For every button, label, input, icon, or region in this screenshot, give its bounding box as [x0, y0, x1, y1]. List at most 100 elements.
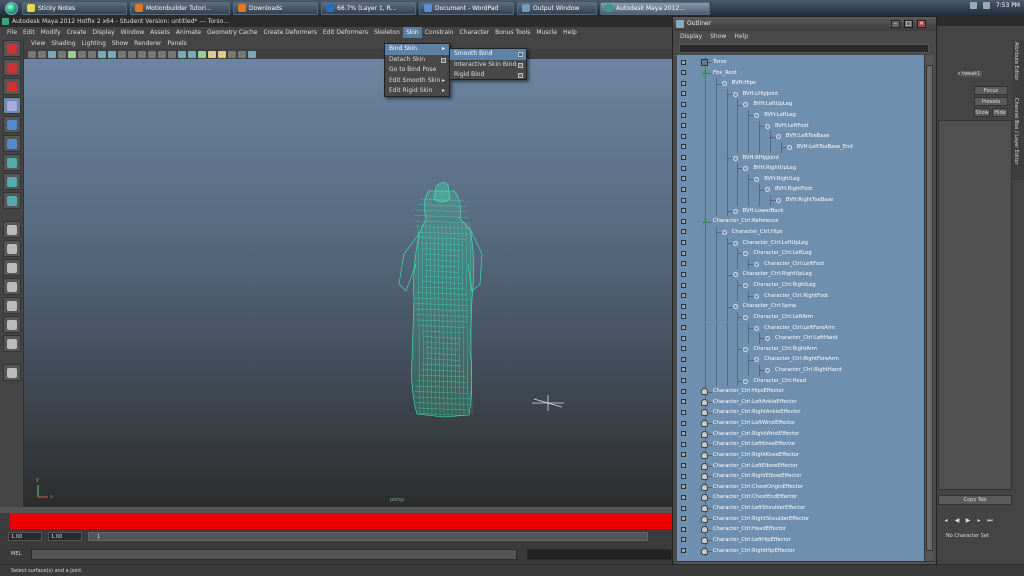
- expand-toggle-icon[interactable]: [681, 59, 686, 65]
- menu-create[interactable]: Create: [64, 27, 90, 38]
- outliner-menu-help[interactable]: Help: [734, 31, 748, 42]
- outliner-row[interactable]: BVH:RightToeBase: [677, 195, 924, 206]
- expand-toggle-icon[interactable]: [681, 431, 686, 437]
- outliner-vertical-scrollbar[interactable]: [924, 55, 934, 561]
- expand-toggle-icon[interactable]: [681, 91, 686, 97]
- expand-toggle-icon[interactable]: [681, 516, 686, 522]
- attribute-editor-tab[interactable]: Attribute Editor: [1013, 42, 1019, 80]
- layout-icon[interactable]: [3, 259, 21, 276]
- show-manip-icon[interactable]: [3, 192, 21, 209]
- expand-toggle-icon[interactable]: [681, 229, 686, 235]
- maximize-icon[interactable]: □: [904, 20, 913, 28]
- skin-menu-item[interactable]: Detach Skin: [385, 55, 449, 66]
- expand-toggle-icon[interactable]: [681, 208, 686, 214]
- menu-edit-deformers[interactable]: Edit Deformers: [320, 27, 371, 38]
- expand-toggle-icon[interactable]: [681, 526, 686, 532]
- panel-tool-icon[interactable]: [158, 50, 166, 58]
- lasso-tool-icon[interactable]: [3, 59, 21, 76]
- menu-display[interactable]: Display: [90, 27, 118, 38]
- step-back-icon[interactable]: ◂: [942, 517, 950, 525]
- expand-toggle-icon[interactable]: [681, 548, 686, 554]
- panel-tool-icon[interactable]: [68, 50, 76, 58]
- presets-button[interactable]: Presets: [974, 97, 1008, 106]
- expand-toggle-icon[interactable]: [681, 420, 686, 426]
- menu-help[interactable]: Help: [560, 27, 580, 38]
- four-pane-icon[interactable]: [3, 240, 21, 257]
- outliner-row[interactable]: BVH:LowerBack: [677, 205, 924, 217]
- outliner-menu-show[interactable]: Show: [710, 31, 726, 42]
- outliner-row[interactable]: BVH:RightFoot: [677, 184, 924, 196]
- clock[interactable]: 7:53 PM: [996, 2, 1020, 9]
- outliner-row[interactable]: Character_Ctrl:LeftWristEffector: [677, 418, 924, 429]
- outliner-row[interactable]: Character_Ctrl:LeftUpLeg: [677, 237, 924, 249]
- panel-tool-icon[interactable]: [78, 50, 86, 58]
- single-pane-icon[interactable]: [3, 221, 21, 238]
- outliner-row[interactable]: Character_Ctrl:Reference: [677, 216, 924, 227]
- outliner-row[interactable]: Character_Ctrl:RightHand: [677, 364, 924, 376]
- tweak-tab[interactable]: tweak1: [960, 71, 983, 77]
- outliner-layout-icon[interactable]: [3, 364, 21, 381]
- outliner-row[interactable]: Character_Ctrl:LeftArm: [677, 311, 924, 323]
- expand-toggle-icon[interactable]: [681, 452, 686, 458]
- menu-edit[interactable]: Edit: [20, 27, 38, 38]
- expand-toggle-icon[interactable]: [681, 186, 686, 192]
- menu-file[interactable]: File: [4, 27, 20, 38]
- layout-icon[interactable]: [3, 278, 21, 295]
- menu-bonus-tools[interactable]: Bonus Tools: [492, 27, 533, 38]
- outliner-filter-field[interactable]: [679, 44, 929, 53]
- expand-toggle-icon[interactable]: [681, 218, 686, 224]
- panel-tool-icon[interactable]: [168, 50, 176, 58]
- panel-tool-icon[interactable]: [178, 50, 186, 58]
- close-icon[interactable]: ×: [917, 20, 926, 28]
- time-slider[interactable]: [10, 513, 672, 529]
- outliner-row[interactable]: Character_Ctrl:LeftElbowEffector: [677, 460, 924, 472]
- expand-toggle-icon[interactable]: [681, 112, 686, 118]
- select-tool-icon[interactable]: [3, 40, 21, 57]
- scale-tool-icon[interactable]: [3, 135, 21, 152]
- outliner-row[interactable]: Character_Ctrl:RightFoot: [677, 290, 924, 302]
- menu-geometry-cache[interactable]: Geometry Cache: [204, 27, 260, 38]
- option-box-icon[interactable]: [518, 62, 523, 68]
- panel-tool-icon[interactable]: [88, 50, 96, 58]
- panel-tool-icon[interactable]: [148, 50, 156, 58]
- panel-tool-icon[interactable]: [48, 50, 56, 58]
- bind-submenu-item[interactable]: Smooth Bind: [450, 49, 526, 60]
- volume-icon[interactable]: [982, 2, 990, 9]
- expand-toggle-icon[interactable]: [681, 388, 686, 394]
- outliner-row[interactable]: BVH:RightLeg: [677, 173, 924, 185]
- menu-assets[interactable]: Assets: [147, 27, 173, 38]
- copy-tab-button[interactable]: Copy Tab: [938, 495, 1012, 505]
- step-forward-icon[interactable]: ▸: [975, 517, 983, 525]
- expand-toggle-icon[interactable]: [681, 473, 686, 479]
- soft-mod-icon[interactable]: [3, 173, 21, 190]
- skin-menu-item[interactable]: Edit Rigid Skin ▸: [385, 86, 449, 97]
- outliner-row[interactable]: Character_Ctrl:Head: [677, 375, 924, 387]
- outliner-row[interactable]: Fbx_Root: [677, 67, 924, 79]
- outliner-title-bar[interactable]: Outliner – □ ×: [673, 17, 936, 31]
- expand-toggle-icon[interactable]: [681, 314, 686, 320]
- panel-tool-icon[interactable]: [248, 50, 256, 58]
- outliner-row[interactable]: BVH:LeftUpLeg: [677, 99, 924, 111]
- outliner-row[interactable]: Character_Ctrl:LeftForeArm: [677, 322, 924, 334]
- menu-modify[interactable]: Modify: [38, 27, 64, 38]
- outliner-row[interactable]: Character_Ctrl:ChestEndEffector: [677, 492, 924, 504]
- menu-window[interactable]: Window: [118, 27, 148, 38]
- expand-toggle-icon[interactable]: [681, 123, 686, 129]
- skin-menu-item[interactable]: Go to Bind Pose: [385, 65, 449, 76]
- expand-toggle-icon[interactable]: [681, 505, 686, 511]
- outliner-row[interactable]: Character_Ctrl:LeftFoot: [677, 258, 924, 270]
- outliner-row[interactable]: Character_Ctrl:RightLeg: [677, 280, 924, 291]
- panel-tool-icon[interactable]: [238, 50, 246, 58]
- outliner-row[interactable]: Character_Ctrl:RightArm: [677, 343, 924, 355]
- perspective-viewport[interactable]: y x persp: [24, 59, 672, 507]
- outliner-row[interactable]: Character_Ctrl:RightUpLeg: [677, 269, 924, 280]
- start-button[interactable]: [0, 0, 22, 16]
- expand-toggle-icon[interactable]: [681, 303, 686, 309]
- range-slider[interactable]: 1: [88, 532, 648, 541]
- outliner-row[interactable]: Character_Ctrl:RightHipEffector: [677, 545, 924, 557]
- expand-toggle-icon[interactable]: [681, 399, 686, 405]
- outliner-row[interactable]: Character_Ctrl:RightElbowEffector: [677, 471, 924, 482]
- panel-menu-shading[interactable]: Shading: [48, 38, 78, 49]
- panel-tool-icon[interactable]: [58, 50, 66, 58]
- menu-skeleton[interactable]: Skeleton: [371, 27, 403, 38]
